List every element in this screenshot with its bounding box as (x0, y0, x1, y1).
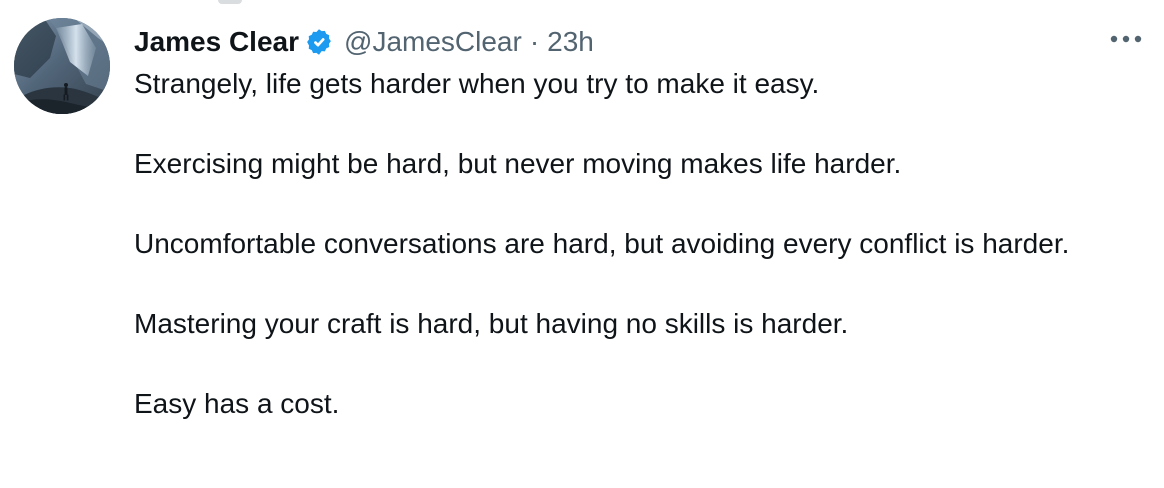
tweet-paragraph: Uncomfortable conversations are hard, bu… (134, 228, 1070, 259)
tweet-header: James Clear @JamesClear · 23h (134, 22, 594, 62)
tweet-card[interactable]: James Clear @JamesClear · 23h Strangely,… (0, 0, 1164, 488)
author-name[interactable]: James Clear (134, 22, 299, 62)
verified-badge-icon (304, 27, 334, 57)
more-options-button[interactable] (1105, 24, 1147, 54)
tweet-paragraph: Easy has a cost. (134, 388, 340, 419)
tweet-paragraph: Strangely, life gets harder when you try… (134, 68, 820, 99)
more-options-icon (1109, 34, 1143, 44)
author-handle[interactable]: @JamesClear (344, 22, 522, 62)
meta-separator: · (529, 26, 540, 57)
tweet-paragraph: Mastering your craft is hard, but having… (134, 308, 849, 339)
tweet-text: Strangely, life gets harder when you try… (134, 64, 1144, 424)
tweet-paragraph: Exercising might be hard, but never movi… (134, 148, 902, 179)
avatar[interactable] (14, 18, 110, 114)
tweet-time[interactable]: 23h (547, 22, 594, 62)
